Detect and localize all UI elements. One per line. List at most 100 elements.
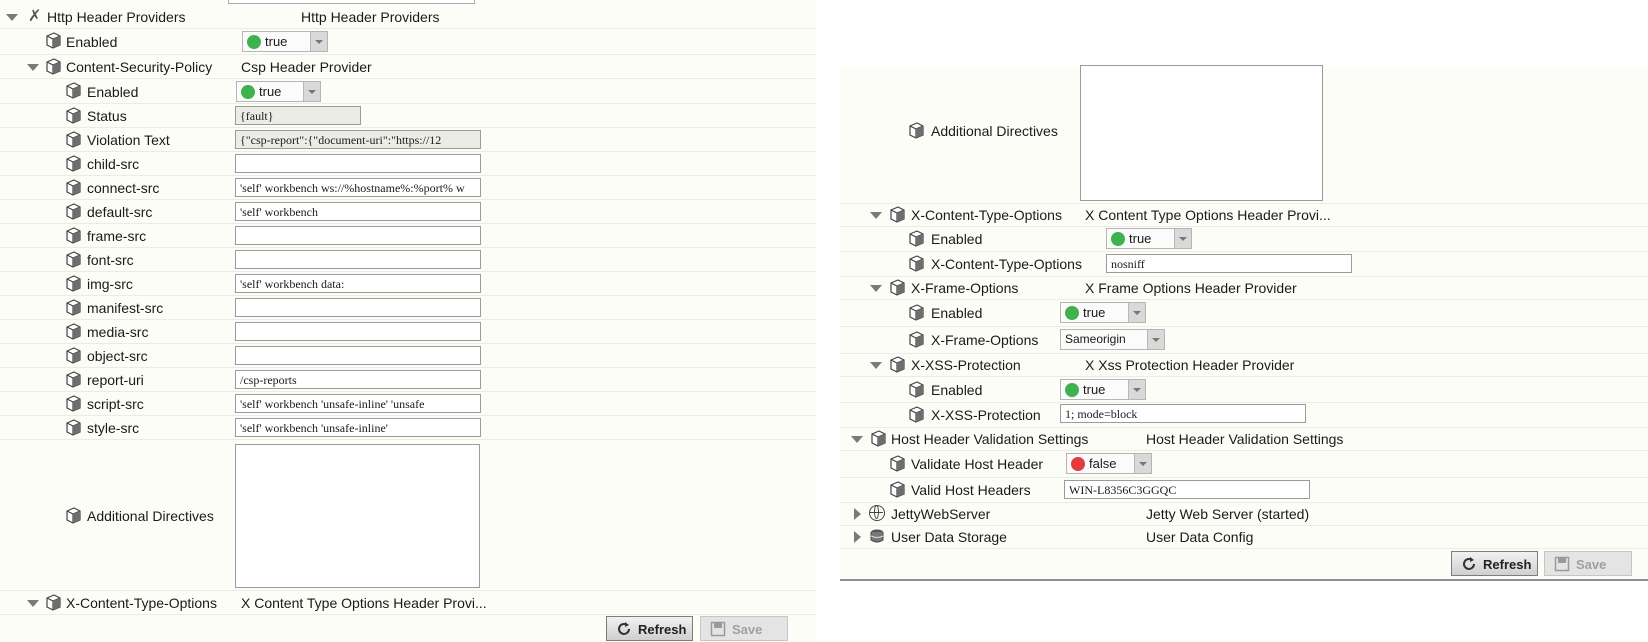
property-cube-icon — [65, 275, 82, 292]
collapse-arrow-icon[interactable] — [6, 14, 18, 21]
property-cube-icon — [908, 255, 925, 272]
property-cube-icon — [908, 406, 925, 423]
property-label: media-src — [87, 324, 149, 340]
row-http-header-providers[interactable]: ✗ Http Header Providers Http Header Prov… — [0, 5, 816, 29]
row-status: Status {fault} — [0, 104, 816, 128]
report-uri-input[interactable]: /csp-reports — [235, 370, 481, 389]
collapse-arrow-icon[interactable] — [870, 285, 882, 292]
refresh-icon — [1461, 556, 1477, 572]
property-label: Enabled — [87, 84, 139, 100]
save-icon — [710, 621, 726, 637]
row-x-xss-protection[interactable]: X-XSS-Protection X Xss Protection Header… — [840, 354, 1648, 377]
property-label: Http Header Providers — [47, 9, 186, 25]
property-cube-icon — [870, 430, 887, 447]
property-label: script-src — [87, 396, 144, 412]
row-xxss-field: X-XSS-Protection 1; mode=block — [840, 403, 1648, 428]
row-x-content-type-options[interactable]: X-Content-Type-Options X Content Type Op… — [840, 204, 1648, 227]
save-button[interactable]: Save — [1544, 551, 1632, 576]
dropdown-arrow-icon[interactable] — [1128, 380, 1145, 399]
expand-arrow-icon[interactable] — [854, 508, 861, 520]
property-label: default-src — [87, 204, 153, 220]
row-x-frame-options[interactable]: X-Frame-Options X Frame Options Header P… — [840, 277, 1648, 300]
property-cube-icon — [45, 58, 62, 75]
xxss-enabled-dropdown[interactable]: true — [1060, 379, 1146, 400]
save-button[interactable]: Save — [700, 616, 788, 641]
media-src-input[interactable] — [235, 322, 481, 341]
status-field: {fault} — [235, 106, 361, 125]
font-src-input[interactable] — [235, 250, 481, 269]
validate-host-dropdown[interactable]: false — [1066, 453, 1152, 474]
x-content-type-options-input[interactable]: nosniff — [1106, 254, 1352, 273]
property-cube-icon — [908, 381, 925, 398]
additional-directives-textarea[interactable] — [1080, 65, 1323, 201]
refresh-label: Refresh — [638, 622, 687, 637]
dropdown-arrow-icon[interactable] — [303, 82, 320, 101]
truncated-field — [228, 0, 475, 4]
default-src-input[interactable]: 'self' workbench — [235, 202, 481, 221]
dropdown-arrow-icon[interactable] — [1128, 303, 1145, 322]
x-frame-options-dropdown[interactable]: Sameorigin — [1060, 329, 1165, 350]
refresh-button[interactable]: Refresh — [606, 616, 693, 641]
row-child-src: child-src — [0, 152, 816, 176]
row-additional-directives: Additional Directives — [0, 440, 816, 591]
property-cube-icon — [889, 279, 906, 296]
dropdown-arrow-icon[interactable] — [310, 32, 327, 51]
csp-enabled-dropdown[interactable]: true — [236, 81, 321, 102]
collapse-arrow-icon[interactable] — [27, 600, 39, 607]
row-frame-src: frame-src — [0, 224, 816, 248]
property-label: X-Frame-Options — [931, 332, 1039, 348]
property-value: X Content Type Options Header Provi... — [1085, 207, 1331, 223]
row-x-content-type-options[interactable]: X-Content-Type-Options X Content Type Op… — [0, 591, 816, 615]
row-jetty-web-server[interactable]: JettyWebServer Jetty Web Server (started… — [840, 503, 1648, 526]
property-label: frame-src — [87, 228, 147, 244]
true-status-icon — [1111, 232, 1125, 246]
x-xss-protection-input[interactable]: 1; mode=block — [1060, 404, 1306, 423]
row-xfo-enabled: Enabled true — [840, 300, 1648, 327]
row-user-data-storage[interactable]: User Data Storage User Data Config — [840, 526, 1648, 549]
row-host-header-validation[interactable]: Host Header Validation Settings Host Hea… — [840, 428, 1648, 451]
enabled-dropdown[interactable]: true — [242, 31, 328, 52]
property-cube-icon — [65, 251, 82, 268]
expand-arrow-icon[interactable] — [854, 531, 861, 543]
row-violation-text: Violation Text {"csp-report":{"document-… — [0, 128, 816, 152]
property-label: User Data Storage — [891, 529, 1007, 545]
xcto-enabled-dropdown[interactable]: true — [1106, 228, 1192, 249]
row-valid-host-headers: Valid Host Headers WIN-L8356C3GGQC — [840, 478, 1648, 503]
property-cube-icon — [65, 395, 82, 412]
row-csp[interactable]: Content-Security-Policy Csp Header Provi… — [0, 55, 816, 79]
style-src-input[interactable]: 'self' workbench 'unsafe-inline' — [235, 418, 481, 437]
row-style-src: style-src 'self' workbench 'unsafe-inlin… — [0, 416, 816, 440]
valid-host-headers-input[interactable]: WIN-L8356C3GGQC — [1064, 480, 1310, 499]
object-src-input[interactable] — [235, 346, 481, 365]
connect-src-input[interactable]: 'self' workbench ws://%hostname%:%port% … — [235, 178, 481, 197]
additional-directives-textarea[interactable] — [235, 444, 480, 588]
violation-text-field[interactable]: {"csp-report":{"document-uri":"https://1… — [235, 130, 481, 149]
row-font-src: font-src — [0, 248, 816, 272]
refresh-button[interactable]: Refresh — [1451, 551, 1538, 576]
child-src-input[interactable] — [235, 154, 481, 173]
collapse-arrow-icon[interactable] — [870, 362, 882, 369]
database-icon — [869, 528, 885, 544]
collapse-arrow-icon[interactable] — [870, 212, 882, 219]
xfo-enabled-dropdown[interactable]: true — [1060, 302, 1146, 323]
collapse-arrow-icon[interactable] — [851, 436, 863, 443]
frame-src-input[interactable] — [235, 226, 481, 245]
property-cube-icon — [908, 304, 925, 321]
row-xcto-field: X-Content-Type-Options nosniff — [840, 252, 1648, 277]
property-cube-icon — [889, 356, 906, 373]
script-src-input[interactable]: 'self' workbench 'unsafe-inline' 'unsafe — [235, 394, 481, 413]
dropdown-arrow-icon[interactable] — [1174, 229, 1191, 248]
img-src-input[interactable]: 'self' workbench data: — [235, 274, 481, 293]
collapse-arrow-icon[interactable] — [27, 64, 39, 71]
property-cube-icon — [65, 107, 82, 124]
dropdown-arrow-icon[interactable] — [1134, 454, 1151, 473]
property-value: User Data Config — [1146, 529, 1254, 545]
globe-icon — [869, 505, 885, 521]
property-cube-icon — [65, 507, 82, 524]
save-label: Save — [1576, 557, 1607, 572]
dropdown-arrow-icon[interactable] — [1147, 330, 1164, 349]
row-img-src: img-src 'self' workbench data: — [0, 272, 816, 296]
manifest-src-input[interactable] — [235, 298, 481, 317]
property-label: Status — [87, 108, 127, 124]
row-additional-directives: Additional Directives — [840, 65, 1648, 204]
